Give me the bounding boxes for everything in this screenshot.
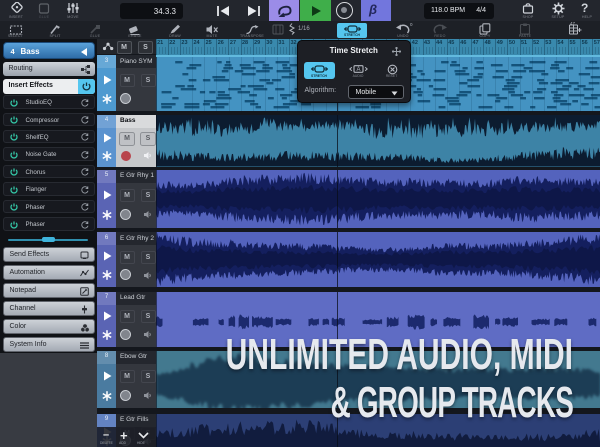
svg-text:A: A [356,67,360,73]
